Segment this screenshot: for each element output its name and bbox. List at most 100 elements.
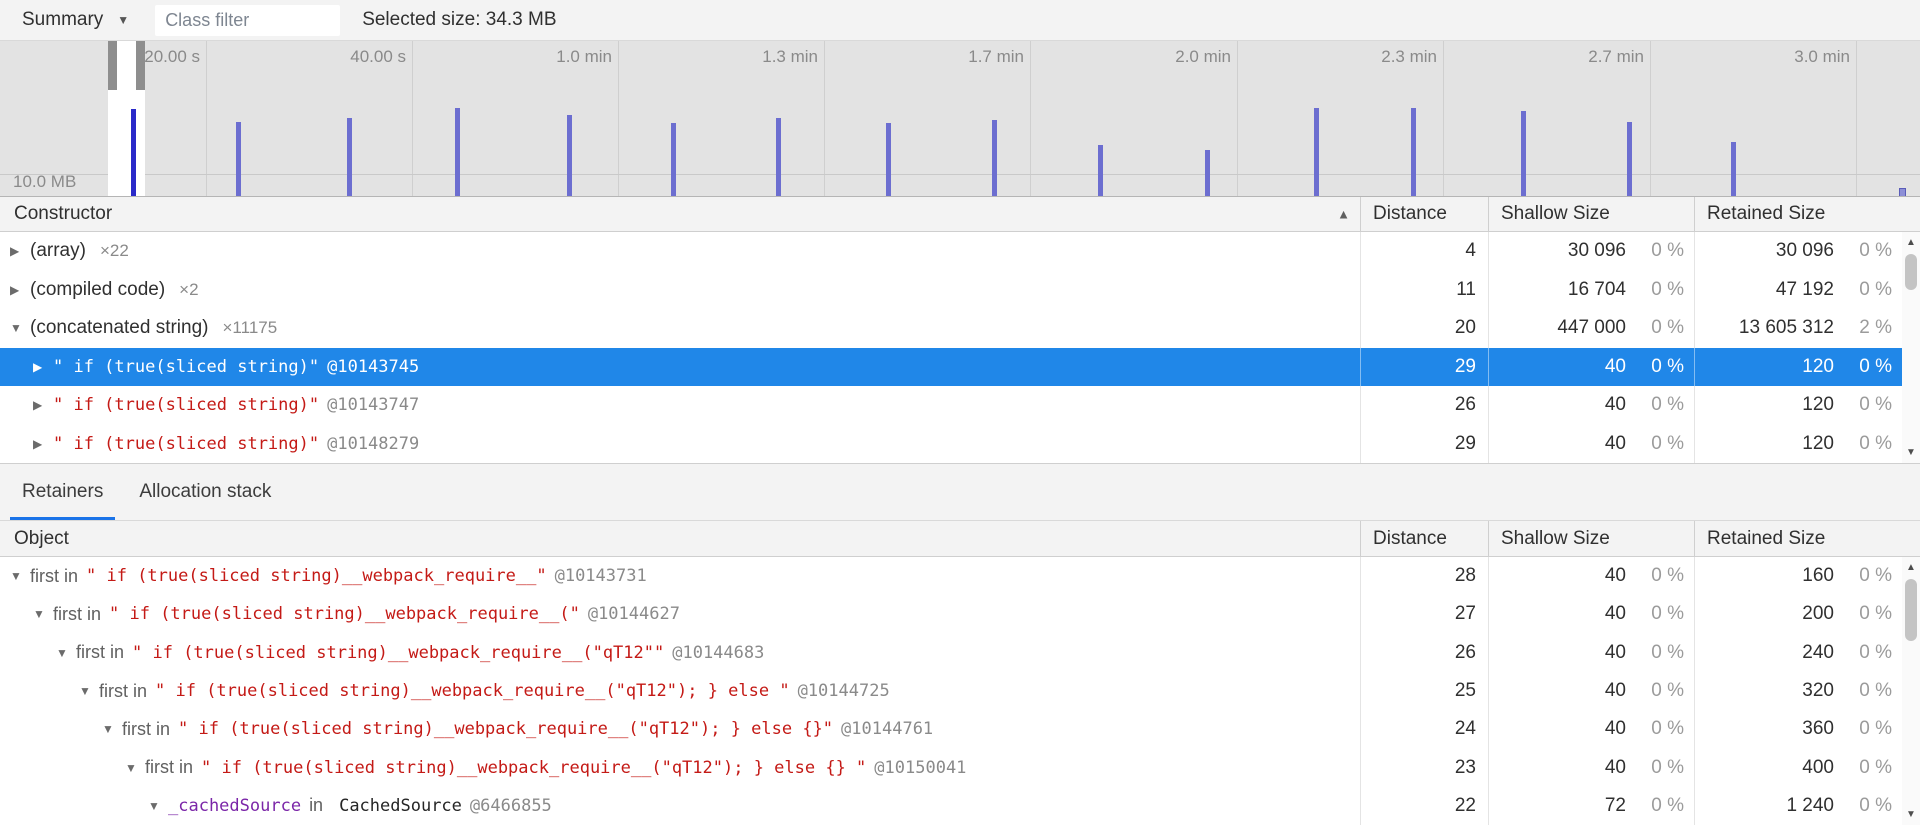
snapshot-sample-bar: [1731, 142, 1736, 197]
property-name: _cachedSource: [168, 796, 301, 816]
edge-prefix: first in: [122, 719, 170, 740]
object-string: " if (true(sliced string)__webpack_requi…: [178, 719, 833, 739]
column-header-distance[interactable]: Distance: [1360, 521, 1488, 556]
instance-count: ×2: [179, 280, 198, 300]
timeline-gridline: [1856, 41, 1857, 196]
table-row[interactable]: ▶" if (true(sliced string)"@101437472640…: [0, 386, 1902, 425]
bottom-tabbar: Retainers Allocation stack: [0, 463, 1920, 521]
retained-size-percent: 0 %: [1834, 394, 1892, 416]
distance-cell: 24: [1360, 710, 1488, 748]
expand-closed-icon: ▶: [33, 398, 53, 412]
edge-prefix: first in: [30, 566, 78, 587]
object-id: @10148279: [327, 434, 419, 454]
retained-size-cell: 1200 %: [1694, 386, 1902, 425]
timeline-gridline: [1443, 41, 1444, 196]
memory-gridline: [0, 174, 1920, 175]
table-row[interactable]: ▼first in" if (true(sliced string)__webp…: [0, 595, 1902, 633]
column-header-distance[interactable]: Distance: [1360, 197, 1488, 231]
retained-size-value: 400: [1802, 757, 1834, 779]
expand-open-icon: ▼: [125, 761, 145, 775]
chevron-down-icon: ▼: [117, 13, 129, 27]
row-name-cell: ▶(array)×22: [0, 232, 1360, 271]
column-header-object[interactable]: Object: [0, 521, 1360, 556]
column-header-shallow-size[interactable]: Shallow Size: [1488, 521, 1694, 556]
snapshot-sample-bar: [236, 122, 241, 197]
object-string: " if (true(sliced string)__webpack_requi…: [86, 566, 547, 586]
retained-size-percent: 0 %: [1834, 642, 1892, 664]
shallow-size-value: 40: [1605, 642, 1626, 664]
retained-size-percent: 2 %: [1834, 317, 1892, 339]
table-row[interactable]: ▼first in" if (true(sliced string)__webp…: [0, 634, 1902, 672]
class-filter-input[interactable]: [155, 5, 340, 36]
shallow-size-value: 16 704: [1568, 279, 1626, 301]
edge-prefix: first in: [99, 681, 147, 702]
table-row[interactable]: ▼first in" if (true(sliced string)__webp…: [0, 748, 1902, 786]
retainers-rows: ▼first in" if (true(sliced string)__webp…: [0, 557, 1920, 825]
expand-open-icon: ▼: [56, 646, 76, 660]
column-header-retained-size[interactable]: Retained Size: [1694, 197, 1902, 231]
constructor-scrollbar[interactable]: ▲ ▼: [1902, 232, 1920, 463]
column-header-shallow-size[interactable]: Shallow Size: [1488, 197, 1694, 231]
tab-retainers[interactable]: Retainers: [8, 464, 117, 520]
column-header-constructor[interactable]: Constructor ▲: [0, 197, 1360, 231]
shallow-size-value: 447 000: [1557, 317, 1626, 339]
retained-size-value: 30 096: [1776, 240, 1834, 262]
table-row[interactable]: ▶" if (true(sliced string)"@101437452940…: [0, 348, 1902, 387]
table-row[interactable]: ▶(compiled code)×21116 7040 %47 1920 %: [0, 271, 1902, 310]
retained-size-cell: 3600 %: [1694, 710, 1902, 748]
constructor-grid-header: Constructor ▲ Distance Shallow Size Reta…: [0, 197, 1920, 232]
distance-cell: 26: [1360, 634, 1488, 672]
perspective-select[interactable]: Summary ▼: [22, 9, 129, 31]
snapshot-sample-bar: [1098, 145, 1103, 197]
scroll-down-icon[interactable]: ▼: [1902, 444, 1920, 461]
selection-left-handle[interactable]: [108, 41, 117, 90]
scrollbar-thumb[interactable]: [1905, 579, 1917, 641]
retained-size-value: 320: [1802, 680, 1834, 702]
snapshot-sample-bar: [347, 118, 352, 197]
expand-open-icon: ▼: [102, 722, 122, 736]
retained-size-cell: 1200 %: [1694, 425, 1902, 464]
table-row[interactable]: ▼(concatenated string)×1117520447 0000 %…: [0, 309, 1902, 348]
instance-count: ×22: [100, 241, 129, 261]
distance-cell: 11: [1360, 271, 1488, 310]
row-name-cell: ▼first in" if (true(sliced string)__webp…: [0, 634, 1360, 672]
timeline[interactable]: 20.00 s40.00 s1.0 min1.3 min1.7 min2.0 m…: [0, 41, 1920, 197]
shallow-size-cell: 400 %: [1488, 748, 1694, 786]
column-header-retained-size[interactable]: Retained Size: [1694, 521, 1902, 556]
table-row[interactable]: ▼first in" if (true(sliced string)__webp…: [0, 672, 1902, 710]
shallow-size-percent: 0 %: [1626, 642, 1684, 664]
scrollbar-thumb[interactable]: [1905, 254, 1917, 290]
retained-size-percent: 0 %: [1834, 718, 1892, 740]
object-string: " if (true(sliced string)": [53, 395, 319, 415]
scroll-up-icon[interactable]: ▲: [1902, 559, 1920, 576]
scroll-up-icon[interactable]: ▲: [1902, 234, 1920, 251]
memory-axis-label: 10.0 MB: [13, 172, 76, 192]
time-tick-label: 40.00 s: [266, 47, 406, 67]
retained-size-percent: 0 %: [1834, 757, 1892, 779]
retained-size-percent: 0 %: [1834, 680, 1892, 702]
shallow-size-percent: 0 %: [1626, 356, 1684, 378]
shallow-size-value: 40: [1605, 356, 1626, 378]
constructor-rows: ▶(array)×22430 0960 %30 0960 %▶(compiled…: [0, 232, 1920, 463]
tab-allocation-stack[interactable]: Allocation stack: [125, 464, 285, 520]
shallow-size-cell: 400 %: [1488, 348, 1694, 387]
expand-open-icon: ▼: [10, 569, 30, 583]
retained-size-cell: 2400 %: [1694, 634, 1902, 672]
shallow-size-value: 40: [1605, 718, 1626, 740]
selection-right-handle[interactable]: [136, 41, 145, 90]
snapshot-sample-bar: [671, 123, 676, 197]
shallow-size-cell: 400 %: [1488, 595, 1694, 633]
row-name-cell: ▼_cachedSource inCachedSource@6466855: [0, 787, 1360, 825]
retained-size-value: 200: [1802, 603, 1834, 625]
table-row[interactable]: ▶" if (true(sliced string)"@101482792940…: [0, 425, 1902, 464]
shallow-size-cell: 447 0000 %: [1488, 309, 1694, 348]
scroll-down-icon[interactable]: ▼: [1902, 806, 1920, 823]
row-name-cell: ▼(concatenated string)×11175: [0, 309, 1360, 348]
table-row[interactable]: ▼_cachedSource inCachedSource@6466855227…: [0, 787, 1902, 825]
retainers-scrollbar[interactable]: ▲ ▼: [1902, 557, 1920, 825]
retained-size-cell: 1600 %: [1694, 557, 1902, 595]
table-row[interactable]: ▶(array)×22430 0960 %30 0960 %: [0, 232, 1902, 271]
table-row[interactable]: ▼first in " if (true(sliced string)__webp…: [0, 710, 1902, 748]
table-row[interactable]: ▼first in " if (true(sliced string)__webp…: [0, 557, 1902, 595]
shallow-size-percent: 0 %: [1626, 433, 1684, 455]
